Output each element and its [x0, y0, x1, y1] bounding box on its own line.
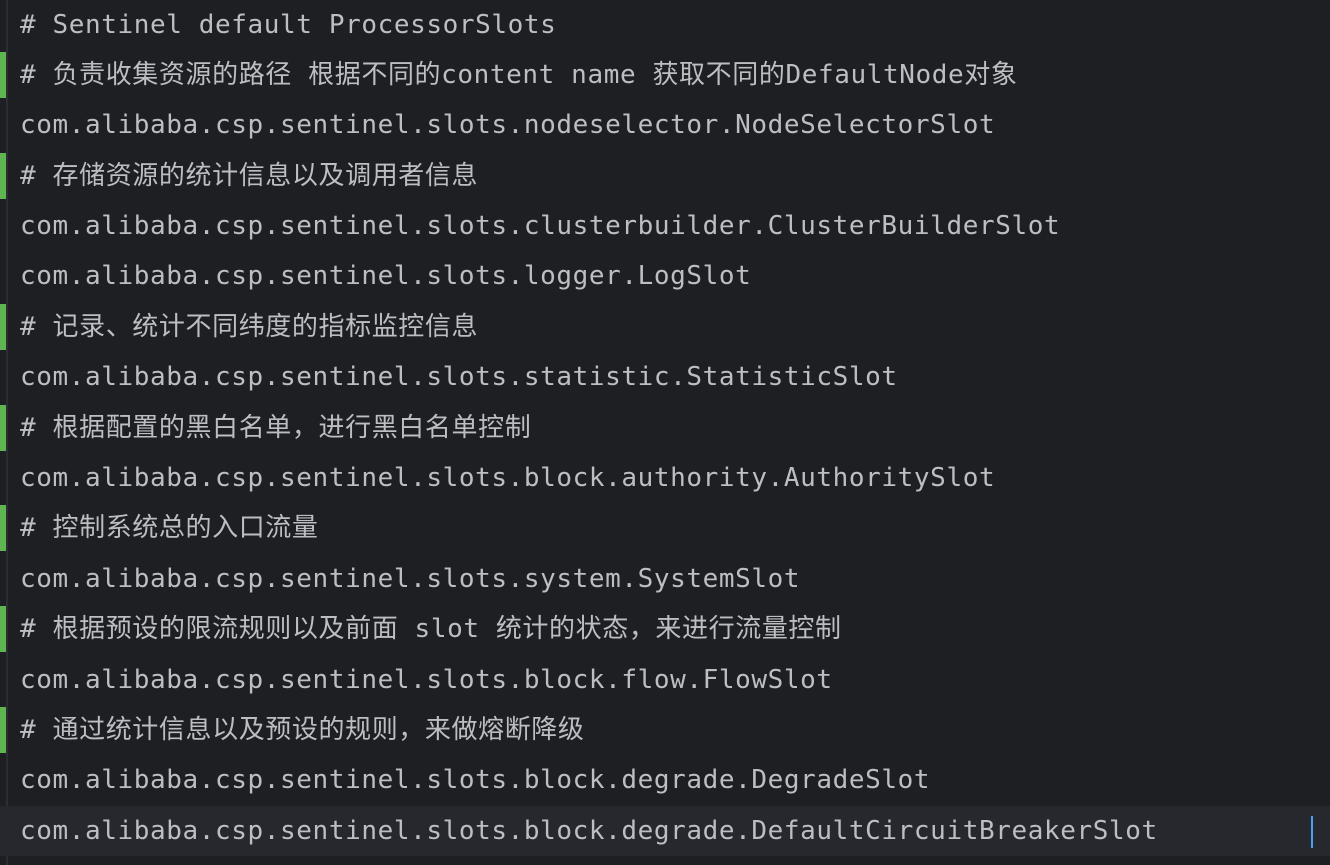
editor-line[interactable]: # 存储资源的统计信息以及调用者信息 — [0, 151, 1330, 201]
change-marker[interactable] — [0, 304, 6, 350]
editor-line[interactable]: com.alibaba.csp.sentinel.slots.block.aut… — [0, 453, 1330, 503]
editor-line[interactable]: # 根据配置的黑白名单，进行黑白名单控制 — [0, 403, 1330, 453]
editor-line[interactable]: com.alibaba.csp.sentinel.slots.system.Sy… — [0, 554, 1330, 604]
text-caret — [1311, 816, 1313, 848]
comment-text: # 负责收集资源的路径 根据不同的content name 获取不同的Defau… — [20, 60, 1018, 90]
change-marker[interactable] — [0, 707, 6, 753]
editor-line[interactable]: # 通过统计信息以及预设的规则，来做熔断降级 — [0, 705, 1330, 755]
code-text: com.alibaba.csp.sentinel.slots.block.deg… — [20, 765, 931, 795]
change-marker[interactable] — [0, 505, 6, 551]
editor-line-current[interactable]: com.alibaba.csp.sentinel.slots.block.deg… — [0, 806, 1330, 856]
editor-line[interactable]: com.alibaba.csp.sentinel.slots.nodeselec… — [0, 100, 1330, 150]
editor-line[interactable]: # 根据预设的限流规则以及前面 slot 统计的状态，来进行流量控制 — [0, 604, 1330, 654]
code-editor[interactable]: # Sentinel default ProcessorSlots # 负责收集… — [0, 0, 1330, 865]
code-text: com.alibaba.csp.sentinel.slots.block.deg… — [20, 816, 1158, 846]
editor-line[interactable]: # 负责收集资源的路径 根据不同的content name 获取不同的Defau… — [0, 50, 1330, 100]
code-text: com.alibaba.csp.sentinel.slots.system.Sy… — [20, 564, 801, 594]
editor-line[interactable]: com.alibaba.csp.sentinel.slots.block.flo… — [0, 655, 1330, 705]
change-marker[interactable] — [0, 52, 6, 98]
editor-line[interactable]: com.alibaba.csp.sentinel.slots.statistic… — [0, 352, 1330, 402]
change-marker[interactable] — [0, 606, 6, 652]
comment-text: # 根据配置的黑白名单，进行黑白名单控制 — [20, 413, 532, 443]
editor-line[interactable]: # 记录、统计不同纬度的指标监控信息 — [0, 302, 1330, 352]
editor-line[interactable]: com.alibaba.csp.sentinel.slots.logger.Lo… — [0, 251, 1330, 301]
code-text: com.alibaba.csp.sentinel.slots.block.aut… — [20, 463, 996, 493]
change-marker[interactable] — [0, 405, 6, 451]
editor-line[interactable]: # Sentinel default ProcessorSlots — [0, 0, 1330, 50]
comment-text: # 控制系统总的入口流量 — [20, 513, 319, 543]
comment-text: # Sentinel default ProcessorSlots — [20, 10, 557, 40]
comment-text: # 通过统计信息以及预设的规则，来做熔断降级 — [20, 715, 585, 745]
editor-line[interactable]: # 控制系统总的入口流量 — [0, 503, 1330, 553]
comment-text: # 存储资源的统计信息以及调用者信息 — [20, 161, 479, 191]
code-text: com.alibaba.csp.sentinel.slots.logger.Lo… — [20, 261, 752, 291]
comment-text: # 记录、统计不同纬度的指标监控信息 — [20, 312, 479, 342]
change-marker[interactable] — [0, 153, 6, 199]
editor-line[interactable]: com.alibaba.csp.sentinel.slots.clusterbu… — [0, 201, 1330, 251]
comment-text: # 根据预设的限流规则以及前面 slot 统计的状态，来进行流量控制 — [20, 614, 842, 644]
code-text: com.alibaba.csp.sentinel.slots.block.flo… — [20, 665, 833, 695]
code-text: com.alibaba.csp.sentinel.slots.nodeselec… — [20, 110, 996, 140]
editor-line[interactable]: com.alibaba.csp.sentinel.slots.block.deg… — [0, 755, 1330, 805]
code-text: com.alibaba.csp.sentinel.slots.statistic… — [20, 362, 898, 392]
code-text: com.alibaba.csp.sentinel.slots.clusterbu… — [20, 211, 1061, 241]
